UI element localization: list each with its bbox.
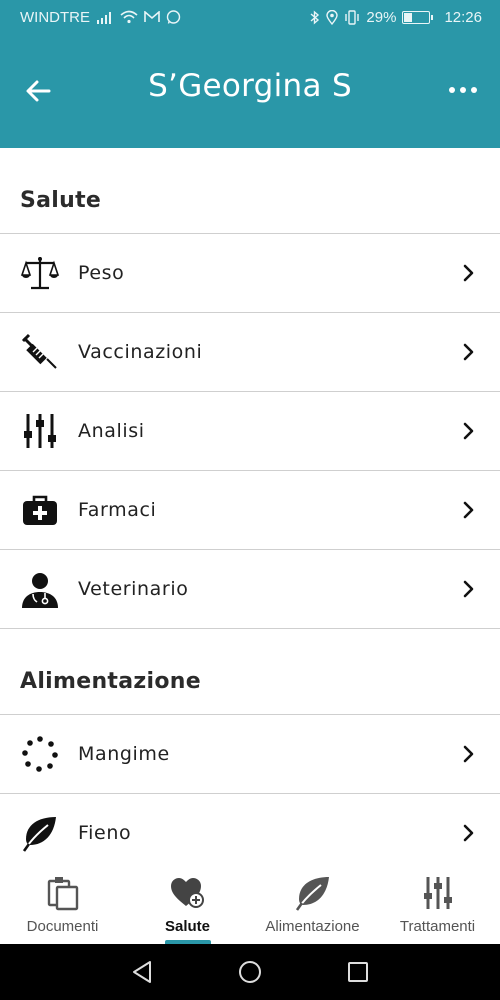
scale-icon bbox=[20, 253, 60, 293]
wifi-icon bbox=[120, 10, 138, 24]
nav-label: Alimentazione bbox=[265, 918, 360, 935]
nav-tab-documenti[interactable]: Documenti bbox=[0, 858, 125, 944]
nav-tab-alimentazione[interactable]: Alimentazione bbox=[250, 858, 375, 944]
main-content: Salute Peso Vaccinazioni Analisi Farmaci… bbox=[0, 148, 500, 858]
list-item-label: Mangime bbox=[78, 743, 170, 765]
bluetooth-icon bbox=[310, 9, 320, 25]
nav-tab-trattamenti[interactable]: Trattamenti bbox=[375, 858, 500, 944]
page-title: S’Georgina S bbox=[148, 68, 352, 104]
list-item-label: Peso bbox=[78, 262, 125, 284]
dots-circle-icon bbox=[20, 734, 60, 774]
chevron-right-icon bbox=[456, 340, 480, 364]
list-item-vaccinazioni[interactable]: Vaccinazioni bbox=[0, 313, 500, 392]
doctor-icon bbox=[20, 569, 60, 609]
vibrate-icon bbox=[344, 9, 360, 25]
section-title-alimentazione: Alimentazione bbox=[0, 629, 500, 715]
battery-icon bbox=[402, 10, 434, 24]
nav-label: Documenti bbox=[26, 918, 99, 935]
location-icon bbox=[326, 9, 339, 25]
more-options-button[interactable] bbox=[446, 78, 480, 102]
back-button[interactable] bbox=[22, 74, 56, 108]
sliders-icon bbox=[422, 874, 454, 912]
medical-kit-icon bbox=[20, 490, 60, 530]
list-item-mangime[interactable]: Mangime bbox=[0, 715, 500, 794]
nav-label: Trattamenti bbox=[399, 918, 476, 935]
list-item-label: Vaccinazioni bbox=[78, 341, 203, 363]
list-item-label: Farmaci bbox=[78, 499, 157, 521]
syringe-icon bbox=[20, 332, 60, 372]
list-item-veterinario[interactable]: Veterinario bbox=[0, 550, 500, 629]
system-back-button[interactable] bbox=[129, 959, 155, 985]
arrow-left-icon bbox=[26, 80, 51, 102]
list-item-label: Fieno bbox=[78, 822, 132, 844]
list-item-label: Analisi bbox=[78, 420, 145, 442]
chevron-right-icon bbox=[456, 577, 480, 601]
system-recents-button[interactable] bbox=[345, 959, 371, 985]
nav-label: Salute bbox=[164, 918, 210, 935]
system-navigation-bar bbox=[0, 944, 500, 1000]
signal-icon bbox=[96, 11, 114, 24]
circle-home-icon bbox=[239, 961, 261, 983]
list-item-fieno[interactable]: Fieno bbox=[0, 794, 500, 858]
nav-tab-salute[interactable]: Salute bbox=[125, 858, 250, 944]
list-item-peso[interactable]: Peso bbox=[0, 234, 500, 313]
list-item-farmaci[interactable]: Farmaci bbox=[0, 471, 500, 550]
chevron-right-icon bbox=[456, 742, 480, 766]
section-title-salute: Salute bbox=[0, 148, 500, 234]
chevron-right-icon bbox=[456, 261, 480, 285]
battery-percent: 29% bbox=[366, 8, 397, 26]
bottom-navigation: Documenti Salute Alimentazione Trattamen… bbox=[0, 858, 500, 944]
documents-icon bbox=[46, 874, 80, 912]
chevron-right-icon bbox=[456, 419, 480, 443]
more-horizontal-icon bbox=[449, 87, 477, 93]
list-item-label: Veterinario bbox=[78, 578, 189, 600]
app-bar: S’Georgina S bbox=[0, 34, 500, 148]
triangle-back-icon bbox=[133, 961, 151, 983]
status-bar: WINDTRE 29% 12:26 bbox=[0, 0, 500, 34]
list-item-analisi[interactable]: Analisi bbox=[0, 392, 500, 471]
leaf-icon bbox=[295, 874, 331, 912]
clock: 12:26 bbox=[444, 8, 482, 26]
sliders-icon bbox=[20, 411, 60, 451]
heart-plus-icon bbox=[170, 874, 206, 912]
chevron-right-icon bbox=[456, 821, 480, 845]
leaf-icon bbox=[20, 813, 60, 853]
mail-icon bbox=[144, 11, 160, 23]
square-recents-icon bbox=[348, 962, 368, 982]
carrier-label: WINDTRE bbox=[20, 8, 90, 26]
whatsapp-icon bbox=[166, 9, 181, 25]
system-home-button[interactable] bbox=[237, 959, 263, 985]
chevron-right-icon bbox=[456, 498, 480, 522]
